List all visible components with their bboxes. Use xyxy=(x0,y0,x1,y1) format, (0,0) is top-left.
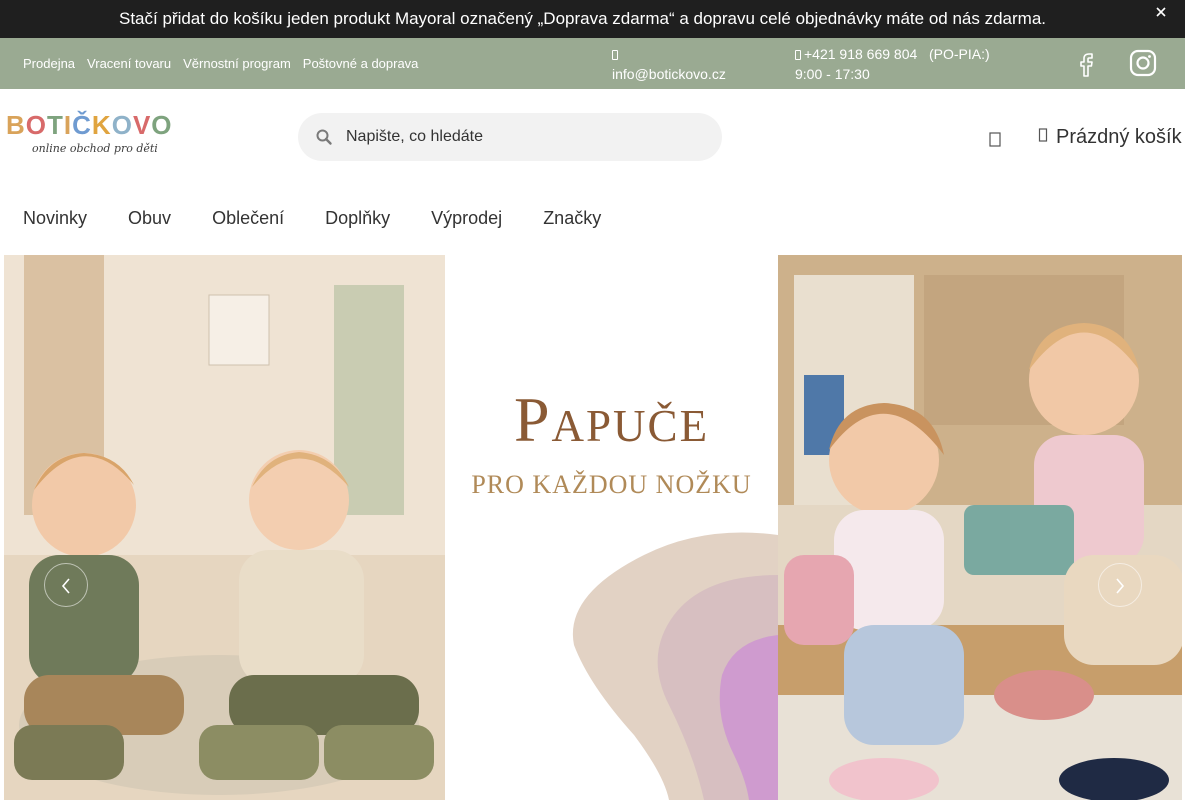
top-link-prodejna[interactable]: Prodejna xyxy=(23,56,75,71)
email-text: info@botickovo.cz xyxy=(612,66,726,82)
chevron-left-icon xyxy=(61,578,70,594)
site-logo[interactable]: BOTIČKOVO online obchod pro děti xyxy=(6,106,172,164)
hero-photo-left xyxy=(4,255,445,800)
hero-subtitle: PRO KAŽDOU NOŽKU xyxy=(471,470,752,499)
logo-letter: K xyxy=(91,110,112,140)
nav-item-obuv[interactable]: Obuv xyxy=(128,208,171,229)
logo-letter: I xyxy=(63,110,73,140)
cart-button[interactable]: Prázdný košík xyxy=(1038,125,1182,149)
logo-letter: Č xyxy=(72,110,92,140)
nav-item-znacky[interactable]: Značky xyxy=(543,208,601,229)
hero-illustration xyxy=(4,255,1182,800)
phone-icon xyxy=(795,50,801,60)
announcement-text: Stačí přidat do košíku jeden produkt May… xyxy=(119,9,1046,28)
top-link-shipping[interactable]: Poštovné a doprava xyxy=(303,56,419,71)
hero-slider: Papuče PRO KAŽDOU NOŽKU xyxy=(4,255,1182,800)
hero-title: Papuče xyxy=(513,384,710,455)
logo-letter: V xyxy=(132,110,152,140)
facebook-icon[interactable] xyxy=(1073,49,1101,77)
nav-item-obleceni[interactable]: Oblečení xyxy=(212,208,284,229)
phone-text: +421 918 669 804 xyxy=(804,46,918,62)
main-navigation: Novinky Obuv Oblečení Doplňky Výprodej Z… xyxy=(23,208,642,229)
chevron-right-icon xyxy=(1116,578,1125,594)
top-info-bar: Prodejna Vracení tovaru Věrnostní progra… xyxy=(0,38,1185,89)
user-icon[interactable] xyxy=(988,130,1002,148)
hero-photo-right xyxy=(778,255,1182,800)
email-icon xyxy=(612,50,618,60)
slider-prev-button[interactable] xyxy=(44,563,88,607)
top-link-returns[interactable]: Vracení tovaru xyxy=(87,56,171,71)
contact-phone[interactable]: +421 918 669 804 (PO-PIA:) 9:00 - 17:30 xyxy=(795,44,990,84)
logo-letter: O xyxy=(111,110,133,140)
logo-letter: O xyxy=(25,110,48,140)
nav-item-doplnky[interactable]: Doplňky xyxy=(325,208,390,229)
nav-item-vyprodej[interactable]: Výprodej xyxy=(431,208,502,229)
search-input[interactable] xyxy=(346,113,706,161)
search-bar xyxy=(298,113,722,161)
instagram-icon[interactable] xyxy=(1129,49,1157,77)
logo-letter: T xyxy=(47,110,64,140)
logo-wordmark: BOTIČKOVO xyxy=(6,110,173,141)
hero-center-panel xyxy=(445,255,778,800)
cart-label: Prázdný košík xyxy=(1056,125,1182,148)
logo-tagline: online obchod pro děti xyxy=(32,142,158,155)
logo-letter: O xyxy=(151,110,173,140)
contact-email[interactable]: info@botickovo.cz xyxy=(612,44,726,84)
logo-letter: B xyxy=(6,110,26,140)
top-links: Prodejna Vracení tovaru Věrnostní progra… xyxy=(23,56,418,71)
cart-icon xyxy=(1038,127,1048,148)
search-icon[interactable] xyxy=(315,128,333,146)
hours-days: (PO-PIA:) xyxy=(928,46,990,62)
slider-next-button[interactable] xyxy=(1098,563,1142,607)
hours-time: 9:00 - 17:30 xyxy=(795,66,870,82)
announcement-bar: Stačí přidat do košíku jeden produkt May… xyxy=(0,0,1185,38)
close-icon[interactable] xyxy=(1153,4,1169,20)
nav-item-novinky[interactable]: Novinky xyxy=(23,208,87,229)
top-link-loyalty[interactable]: Věrnostní program xyxy=(183,56,291,71)
